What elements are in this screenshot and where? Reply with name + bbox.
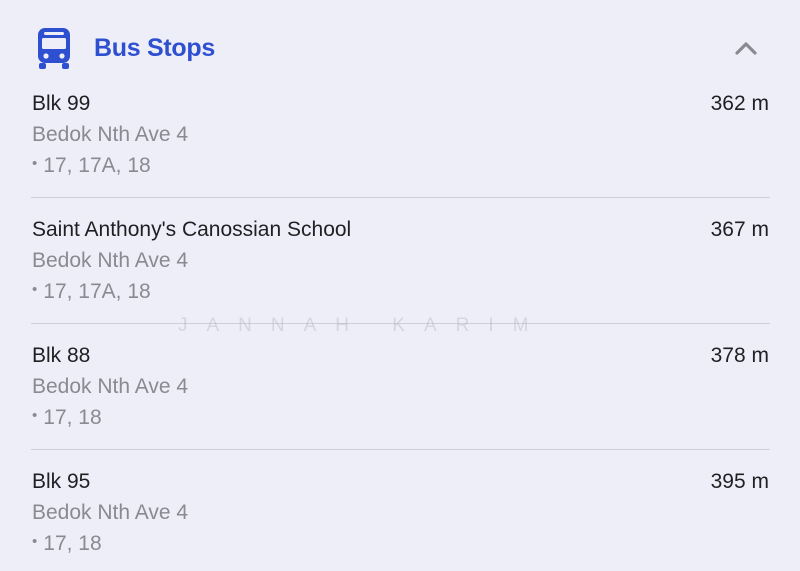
bus-stop-road: Bedok Nth Ave 4 bbox=[32, 501, 189, 524]
bus-stop-road: Bedok Nth Ave 4 bbox=[32, 123, 189, 146]
bus-stop-item[interactable]: Blk 95 395 m Bedok Nth Ave 4 • 17, 18 bbox=[0, 450, 800, 571]
bullet: • bbox=[32, 533, 38, 551]
bus-services: • 17, 17A, 18 bbox=[32, 152, 151, 180]
bus-stop-name: Blk 99 bbox=[32, 92, 91, 115]
bus-stop-road: Bedok Nth Ave 4 bbox=[32, 249, 189, 272]
bullet: • bbox=[32, 407, 38, 425]
bullet: • bbox=[32, 155, 38, 173]
bus-stop-name: Blk 95 bbox=[32, 470, 91, 493]
bus-services: • 17, 18 bbox=[32, 404, 102, 432]
bus-stop-distance: 395 m bbox=[710, 470, 769, 493]
bus-stop-item[interactable]: Blk 99 362 m Bedok Nth Ave 4 • 17, 17A, 1… bbox=[0, 72, 800, 198]
bus-services: • 17, 18 bbox=[32, 530, 102, 558]
chevron-up-icon[interactable] bbox=[726, 30, 766, 66]
bus-services-list: 17, 17A, 18 bbox=[43, 280, 151, 303]
bus-stop-item[interactable]: Saint Anthony's Canossian School 367 m B… bbox=[0, 198, 800, 324]
bus-stop-item[interactable]: Blk 88 378 m Bedok Nth Ave 4 • 17, 18 bbox=[0, 324, 800, 450]
bus-services-list: 17, 18 bbox=[43, 532, 102, 555]
section-title: Bus Stops bbox=[94, 34, 215, 62]
bus-stop-list: Blk 99 362 m Bedok Nth Ave 4 • 17, 17A, 1… bbox=[0, 72, 800, 571]
bus-stop-distance: 378 m bbox=[710, 344, 769, 367]
bus-icon bbox=[38, 28, 70, 69]
bus-services-list: 17, 18 bbox=[43, 406, 102, 429]
bus-stop-name: Saint Anthony's Canossian School bbox=[32, 218, 352, 241]
bus-stop-distance: 367 m bbox=[710, 218, 769, 241]
bus-stop-road: Bedok Nth Ave 4 bbox=[32, 375, 189, 398]
bus-services: • 17, 17A, 18 bbox=[32, 278, 151, 306]
bullet: • bbox=[32, 281, 38, 299]
bus-stop-name: Blk 88 bbox=[32, 344, 91, 367]
bus-stop-distance: 362 m bbox=[710, 92, 769, 115]
bus-services-list: 17, 17A, 18 bbox=[43, 154, 151, 177]
